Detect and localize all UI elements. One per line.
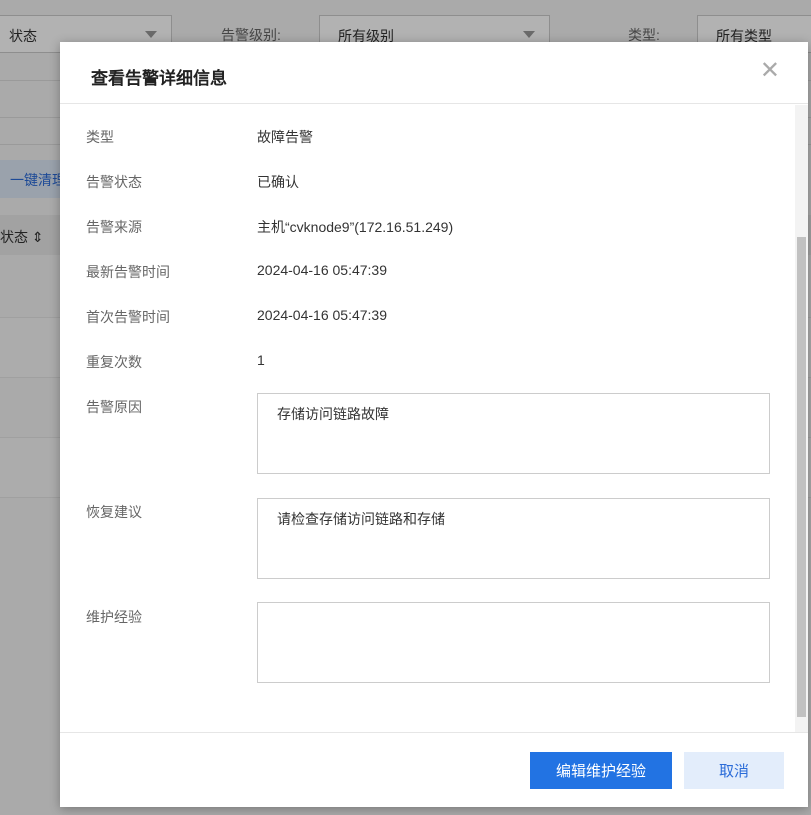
cause-label: 告警原因 (86, 399, 142, 415)
close-icon[interactable]: ✕ (760, 59, 780, 83)
field-label-latest-time: 最新告警时间 (86, 264, 170, 280)
field-label-status: 告警状态 (86, 174, 142, 190)
suggestion-textarea[interactable]: 请检查存储访问链路和存储 (257, 498, 770, 579)
cause-textarea[interactable]: 存储访问链路故障 (257, 393, 770, 474)
field-value-first-time: 2024-04-16 05:47:39 (257, 307, 387, 323)
field-label-first-time: 首次告警时间 (86, 309, 170, 325)
field-value-latest-time: 2024-04-16 05:47:39 (257, 262, 387, 278)
edit-experience-button[interactable]: 编辑维护经验 (530, 752, 672, 789)
suggestion-label: 恢复建议 (86, 504, 142, 520)
dialog-body: 类型 故障告警 告警状态 已确认 告警来源 主机“cvknode9”(172.1… (60, 105, 808, 732)
alarm-detail-dialog: 查看告警详细信息 ✕ 类型 故障告警 告警状态 已确认 告警来源 主机“cvkn… (60, 42, 808, 807)
field-value-repeat-count: 1 (257, 352, 265, 368)
dialog-title: 查看告警详细信息 (91, 69, 227, 88)
field-value-status: 已确认 (257, 174, 299, 190)
field-value-type: 故障告警 (257, 129, 313, 145)
field-value-source: 主机“cvknode9”(172.16.51.249) (257, 219, 454, 235)
experience-label: 维护经验 (86, 609, 142, 625)
dialog-footer: 编辑维护经验 取消 (60, 732, 808, 807)
scrollbar[interactable] (795, 105, 808, 732)
field-label-repeat-count: 重复次数 (86, 354, 142, 370)
experience-textarea[interactable] (257, 602, 770, 683)
field-label-type: 类型 (86, 129, 114, 145)
dialog-header: 查看告警详细信息 ✕ (60, 42, 808, 104)
cancel-button[interactable]: 取消 (684, 752, 784, 789)
field-label-source: 告警来源 (86, 219, 142, 235)
scrollbar-thumb[interactable] (797, 237, 806, 717)
